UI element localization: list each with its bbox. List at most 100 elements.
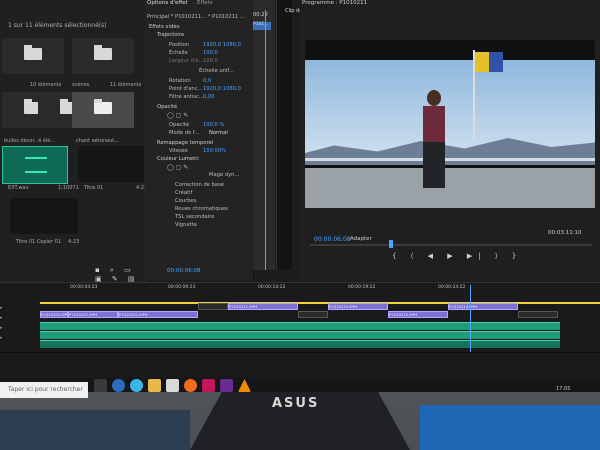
program-monitor-title[interactable]: Programme : P1010211 [302, 0, 367, 6]
lumetri-vignette[interactable]: Vignette [175, 222, 197, 228]
track-header-v2[interactable]: ▸ [0, 315, 38, 323]
ec-playhead[interactable] [265, 10, 266, 270]
video-clip[interactable]: P1010210.MP4 [388, 311, 448, 318]
item-label: scènes [72, 82, 90, 88]
project-selection-status: 1 sur 11 éléments sélectionné(s) [8, 22, 107, 29]
param-position-value[interactable]: 1920,0 1080,0 [203, 42, 241, 48]
ec-clip-bar[interactable]: P101... [253, 22, 271, 30]
project-item[interactable] [2, 38, 64, 74]
param-opacity-label: Opacité [169, 122, 190, 128]
program-duration: 00:03:11:10 [548, 230, 582, 236]
effect-motion[interactable]: Trajectoire [157, 32, 184, 38]
param-scale-value[interactable]: 100,0 [203, 50, 218, 56]
effect-controls-timecode[interactable]: 00:00:06:08 [167, 268, 201, 274]
file-explorer-icon[interactable] [148, 379, 161, 392]
param-rotation-label: Rotation [169, 78, 191, 84]
param-speed-label: Vitesse [169, 148, 188, 154]
fit-select[interactable]: Adapter [350, 236, 372, 242]
item-label: Titre 01 Copier 01 [16, 239, 62, 245]
param-scale-width-value: 100,0 [203, 58, 218, 64]
video-clip[interactable]: P1010211.MP4 [228, 303, 298, 310]
project-panel: 1 sur 11 éléments sélectionné(s) 10 élém… [0, 0, 151, 285]
mask-tools[interactable]: ◯ ▢ ✎ [167, 164, 188, 171]
video-flag [475, 52, 503, 72]
param-blend-mode-label: Mode de f... [169, 130, 200, 136]
project-toolbar[interactable]: ▪ ⌕ ▭ ▣ ✎ ▤ [95, 266, 150, 283]
param-opacity-value[interactable]: 100,0 % [203, 122, 224, 128]
task-view-icon[interactable] [130, 379, 143, 392]
param-antiflicker-value[interactable]: 0,00 [203, 94, 215, 100]
firefox-icon[interactable] [184, 379, 197, 392]
lumetri-wheels[interactable]: Roues chromatiques [175, 206, 228, 212]
video-clip[interactable] [518, 311, 558, 318]
video-clip[interactable]: P1010215.MP4 [328, 303, 388, 310]
folder-icon [94, 45, 112, 60]
lumetri-basic[interactable]: Correction de base [175, 182, 224, 188]
item-count: 4:23 [68, 239, 80, 245]
lumetri-creative[interactable]: Créatif [175, 190, 192, 196]
cortana-icon[interactable] [94, 379, 107, 392]
project-item-audio[interactable] [2, 146, 68, 184]
audio-meter [276, 0, 292, 270]
app-icon[interactable] [202, 379, 215, 392]
desk [0, 410, 190, 450]
timeline-ruler[interactable]: 00:00:04:23 00:00:09:23 00:00:14:22 00:0… [40, 285, 600, 297]
taskbar-clock[interactable]: 17:05 [556, 386, 570, 392]
project-item-selected[interactable] [72, 92, 134, 128]
transport-controls[interactable]: { ⟨ ◀ ▶ ▶| ⟩ } [392, 252, 522, 260]
lumetri-hsl[interactable]: TSL secondaire [175, 214, 214, 220]
ruler-label: 00:00:19:22 [348, 285, 376, 290]
lumetri-curves[interactable]: Courbes [175, 198, 196, 204]
effect-lumetri[interactable]: Couleur Lumetri [157, 156, 199, 162]
person-body [423, 106, 445, 142]
source-line: Principal * P1010211... * P1010211 ... [147, 14, 245, 20]
video-clip[interactable]: P1010201.MP4 [118, 311, 198, 318]
waveform-icon [25, 157, 47, 173]
param-rotation-value[interactable]: 0,0 [203, 78, 211, 84]
store-icon[interactable] [166, 379, 179, 392]
video-person [417, 90, 451, 190]
program-playhead[interactable] [389, 240, 393, 248]
hdr-checkbox[interactable]: Mage dyn... [209, 172, 239, 178]
edge-icon[interactable] [112, 379, 125, 392]
track-header-v3[interactable]: ▸ [0, 305, 38, 313]
param-position-label: Position [169, 42, 190, 48]
param-anchor-value[interactable]: 1920,0 1080,0 [203, 86, 241, 92]
program-timecode[interactable]: 00:00:06:08 [314, 236, 351, 243]
folder-icon [94, 99, 112, 114]
param-speed-value[interactable]: 100,00% [203, 148, 226, 154]
blend-mode-select[interactable]: Normal [209, 130, 228, 136]
audio-track-a1[interactable] [40, 322, 560, 330]
effect-time-remap[interactable]: Remappage temporel [157, 140, 213, 146]
video-clip[interactable] [298, 311, 328, 318]
project-item-title[interactable] [10, 198, 78, 234]
program-video-frame [305, 40, 595, 208]
program-scrub-bar[interactable] [310, 244, 592, 246]
premiere-icon[interactable] [220, 379, 233, 392]
effect-opacity[interactable]: Opacité [157, 104, 177, 110]
video-clip[interactable] [198, 303, 228, 310]
track-header-a1[interactable]: ▸ [0, 335, 38, 343]
audio-track-a3[interactable] [40, 340, 560, 348]
video-clip[interactable]: P1010214.MP4 [448, 303, 518, 310]
ruler-label: 00:00:09:23 [168, 285, 196, 290]
video-clip[interactable]: P1010207.MP4 [68, 311, 118, 318]
project-item-title[interactable] [78, 146, 144, 182]
track-header-v1[interactable]: ▸ [0, 325, 38, 333]
taskbar-search-text: Taper ici pour rechercher [8, 386, 83, 393]
tab-effect-controls[interactable]: Options d'effet [147, 0, 188, 6]
effect-controls-panel: Options d'effet Effets Principal * P1010… [145, 0, 254, 280]
tab-effects[interactable]: Effets [197, 0, 213, 6]
windows-taskbar [0, 352, 600, 378]
mask-tools[interactable]: ◯ ▢ ✎ [167, 112, 188, 119]
section-video-effects[interactable]: Effets vidéo [149, 24, 180, 30]
effect-controls-timeline[interactable]: P101... [253, 0, 275, 270]
item-label: bulles décor... [4, 138, 39, 144]
timeline-playhead[interactable] [470, 285, 471, 353]
project-item[interactable] [72, 38, 134, 74]
uniform-scale-checkbox[interactable]: Échelle unif... [199, 68, 234, 74]
audio-track-a2[interactable] [40, 331, 560, 339]
item-count: 1:10071 [58, 185, 79, 191]
folder-icon [24, 45, 42, 60]
video-clip[interactable]: P1010202.MP4 [40, 311, 68, 318]
